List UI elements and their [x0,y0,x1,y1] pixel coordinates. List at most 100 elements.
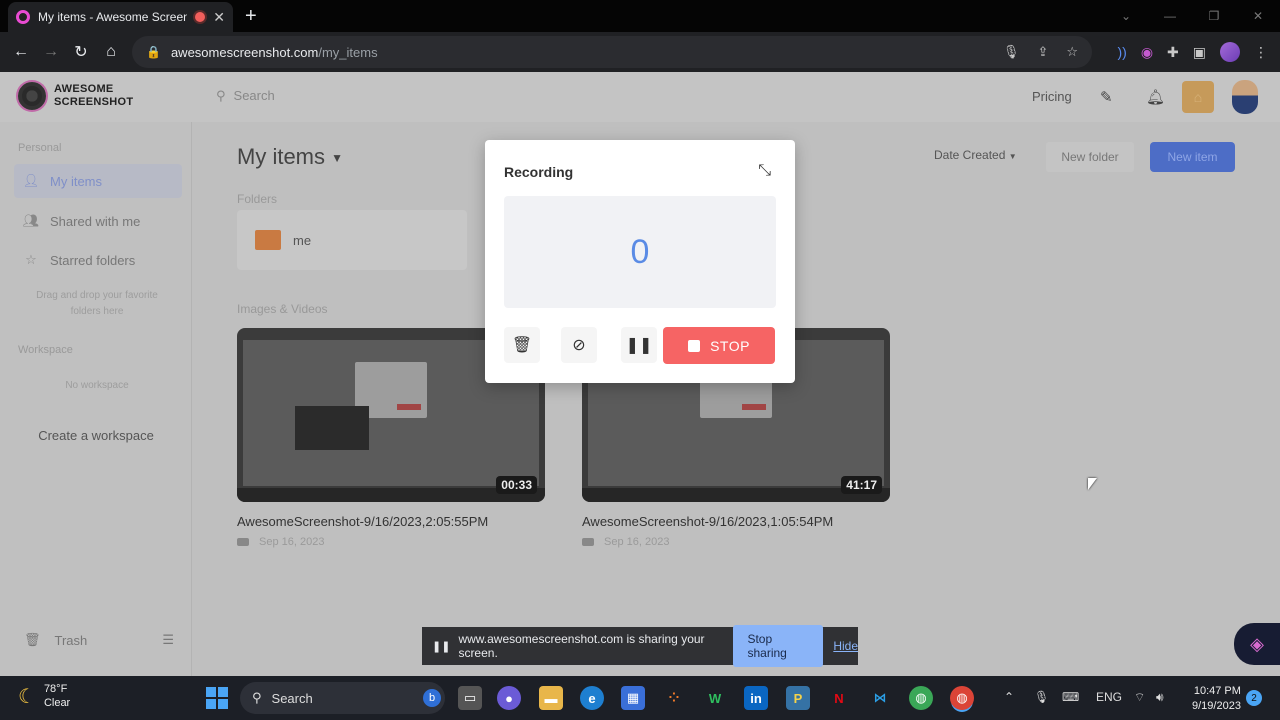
bookmark-star-icon[interactable]: ☆ [1066,44,1078,60]
stop-recording-button[interactable]: STOP [663,327,775,364]
app-dots-icon[interactable]: ⁘ [662,686,686,710]
taskbar-search-label: Search [271,690,313,706]
create-workspace-link[interactable]: Create a workspace [0,428,192,443]
video-icon [582,538,594,546]
language-indicator[interactable]: ENG [1096,690,1122,704]
workspace-home-button[interactable]: ⌂ [1182,81,1214,113]
extensions-puzzle-icon[interactable]: ✚ [1167,44,1179,61]
wifi-icon[interactable]: ⌔ [1134,690,1145,705]
sidebar-item-my-items[interactable]: 👤︎ My items [14,164,182,198]
video-date: Sep 16, 2023 [604,536,670,548]
chrome-profile-icon[interactable]: ◍ [909,686,933,710]
awesome-screenshot-favicon-icon [16,10,30,24]
collapse-sidebar-icon[interactable]: ☰ [162,632,174,648]
microphone-icon[interactable]: 🎙 [1003,44,1020,60]
notification-badge[interactable]: 2 [1246,690,1262,706]
video-title[interactable]: AwesomeScreenshot-9/16/2023,1:05:54PM [582,514,833,529]
tray-overflow-icon[interactable]: ⌃ [1004,690,1014,704]
file-explorer-icon[interactable]: ▬ [539,686,563,710]
browser-toolbar: ← → ↻ ⌂ 🔒 awesomescreenshot.com/my_items… [0,32,1280,72]
teams-chat-icon[interactable]: ● [497,686,521,710]
back-icon[interactable]: ← [6,43,36,61]
stop-sharing-button[interactable]: Stop sharing [733,625,824,667]
sidebar-item-shared-with-me[interactable]: 👥︎ Shared with me [14,204,182,238]
pause-icon: ❚❚ [432,640,451,653]
extension-brain-icon[interactable]: ◉ [1141,44,1153,61]
weather-temp: 78°F [43,683,68,695]
extension-waves-icon[interactable]: )) [1117,44,1126,60]
feedback-icon[interactable]: ✎ [1100,88,1113,106]
house-icon: ⌂ [1193,89,1203,105]
python-icon[interactable]: P [786,686,810,710]
minimize-icon[interactable]: — [1148,9,1192,23]
page-title[interactable]: My items ▼ [237,144,343,170]
new-tab-button[interactable]: + [245,5,257,28]
edge-browser-icon[interactable]: e [580,686,604,710]
folder-icon [255,230,281,250]
tab-strip: My items - Awesome Screenshot ✕ + ⌄ — ❐ … [0,0,1280,32]
toggle-camera-button[interactable]: ⊘ [561,327,597,363]
stop-square-icon [688,339,701,352]
windows-start-icon[interactable] [206,687,228,709]
window-controls: ⌄ — ❐ ✕ [1104,0,1280,32]
moon-icon: ☾ [18,685,36,708]
tray-microphone-icon[interactable]: 🎙 [1034,690,1049,704]
chrome-icon[interactable]: ◍ [950,686,974,710]
sidebar-item-label: Starred folders [50,252,136,268]
volume-icon[interactable]: 🔊︎ [1156,690,1164,705]
logo-text-line2: SCREENSHOT [54,96,134,108]
hide-sharing-bar-link[interactable]: Hide [833,639,858,653]
taskbar-search[interactable]: ⚲ Search b [240,682,445,714]
sidebar-item-starred-folders[interactable]: ☆ Starred folders [14,243,182,277]
sidebar-item-label: Trash [54,632,88,648]
search-icon: ⚲ [216,88,226,103]
mouse-cursor-icon [1088,478,1097,490]
folder-card[interactable]: me [237,210,467,270]
video-title[interactable]: AwesomeScreenshot-9/16/2023,2:05:55PM [237,514,488,529]
vscode-icon[interactable]: ⋈ [868,686,892,710]
logo[interactable]: AWESOME SCREENSHOT [18,82,133,110]
weather-condition: Clear [43,697,71,709]
search-box[interactable]: ⚲ Search [216,88,275,104]
users-icon: 👥︎ [22,213,40,228]
sidebar-item-label: My items [50,173,102,189]
keyboard-icon[interactable]: ⌨ [1062,690,1079,704]
microsoft-store-icon[interactable]: ▦ [621,686,645,710]
reload-icon[interactable]: ↻ [66,42,96,62]
wps-office-icon[interactable]: W [703,686,727,710]
tab-close-icon[interactable]: ✕ [213,9,225,26]
trash-icon: 🗑︎ [511,337,533,354]
forward-icon[interactable]: → [36,43,66,61]
netflix-icon[interactable]: N [827,686,851,710]
share-icon[interactable]: ⇪ [1037,44,1048,60]
tab-search-icon[interactable]: ⌄ [1104,9,1148,23]
video-date: Sep 16, 2023 [259,536,325,548]
pause-recording-button[interactable]: ❚❚ [621,327,657,363]
task-view-icon[interactable]: ▭ [458,686,482,710]
close-window-icon[interactable]: ✕ [1236,9,1280,23]
new-folder-button[interactable]: New folder [1046,142,1134,172]
maximize-icon[interactable]: ❐ [1192,9,1236,23]
home-icon[interactable]: ⌂ [96,43,126,61]
sort-label: Date Created [934,148,1006,162]
sort-dropdown[interactable]: Date Created ▼ [934,148,1017,162]
folders-section-label: Folders [237,192,278,206]
sidebar-item-trash[interactable]: 🗑︎ Trash ☰ [24,632,174,648]
pricing-link[interactable]: Pricing [1032,89,1072,104]
minimize-arrows-icon[interactable]: ⤡ [758,162,771,180]
browser-tab[interactable]: My items - Awesome Screenshot ✕ [8,2,233,32]
new-item-button[interactable]: New item [1150,142,1235,172]
side-panel-icon[interactable]: ▣ [1193,44,1206,61]
delete-recording-button[interactable]: 🗑︎ [504,327,540,363]
clock[interactable]: 10:47 PM 9/19/2023 [1192,684,1241,714]
address-bar[interactable]: 🔒 awesomescreenshot.com/my_items 🎙 ⇪ ☆ [132,36,1092,68]
notification-bell-icon[interactable]: 🔔︎ [1146,88,1165,106]
profile-avatar-icon[interactable] [1220,42,1240,62]
weather-widget[interactable]: ☾ 78°F Clear [18,682,70,710]
user-avatar[interactable] [1232,80,1258,114]
url-host: awesomescreenshot.com [170,44,319,60]
screen-sharing-bar: ❚❚ www.awesomescreenshot.com is sharing … [422,625,858,667]
menu-kebab-icon[interactable]: ⋮ [1254,44,1268,61]
floating-brain-extension-button[interactable]: ◈ [1234,623,1280,665]
linkedin-icon[interactable]: in [744,686,768,710]
